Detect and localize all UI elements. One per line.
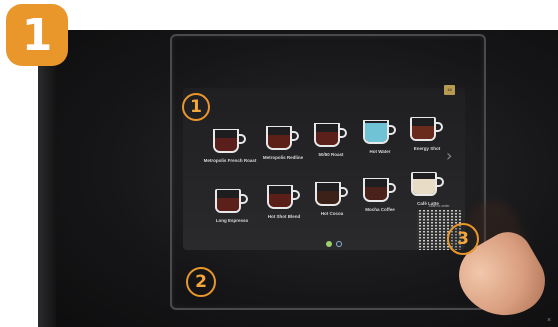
machine-photo: 16 Metropolis French Roast Metropolis Re… <box>0 0 558 327</box>
drink-label: Long Espresso <box>215 218 249 223</box>
qr-caption: Scan to order <box>428 204 450 208</box>
close-icon[interactable]: × <box>547 317 551 324</box>
drink-tile-cafe-latte[interactable]: Café Latte <box>400 170 456 207</box>
cup-icon <box>360 176 400 204</box>
drink-label: 50/50 Roast <box>318 152 344 157</box>
callout-2: 2 <box>186 267 216 297</box>
cup-icon <box>311 121 351 149</box>
step-number-badge: 1 <box>6 4 68 66</box>
glass-icon <box>407 115 447 143</box>
cup-icon <box>210 127 250 155</box>
cup-icon <box>360 118 400 146</box>
page-dot-active[interactable] <box>326 241 332 247</box>
callout-3: 3 <box>447 223 479 255</box>
drink-tile-long-espresso[interactable]: Long Espresso <box>204 187 260 224</box>
drink-tile-5050-roast[interactable]: 50/50 Roast <box>303 121 359 158</box>
callout-1: 1 <box>182 93 210 121</box>
corner-tag: 16 <box>444 85 455 95</box>
drink-label: Metropolis French Roast <box>203 158 257 163</box>
glass-icon <box>408 170 448 198</box>
drink-tile-french-roast[interactable]: Metropolis French Roast <box>202 127 258 164</box>
next-page-chevron-icon[interactable]: › <box>446 146 452 165</box>
drink-label: Mocha Coffee <box>365 207 395 212</box>
page-dot-inactive[interactable] <box>336 241 342 247</box>
machine-edge <box>38 30 56 327</box>
cup-icon <box>312 180 352 208</box>
cup-icon <box>263 124 303 152</box>
cup-icon <box>264 183 304 211</box>
glass-icon <box>212 187 252 215</box>
